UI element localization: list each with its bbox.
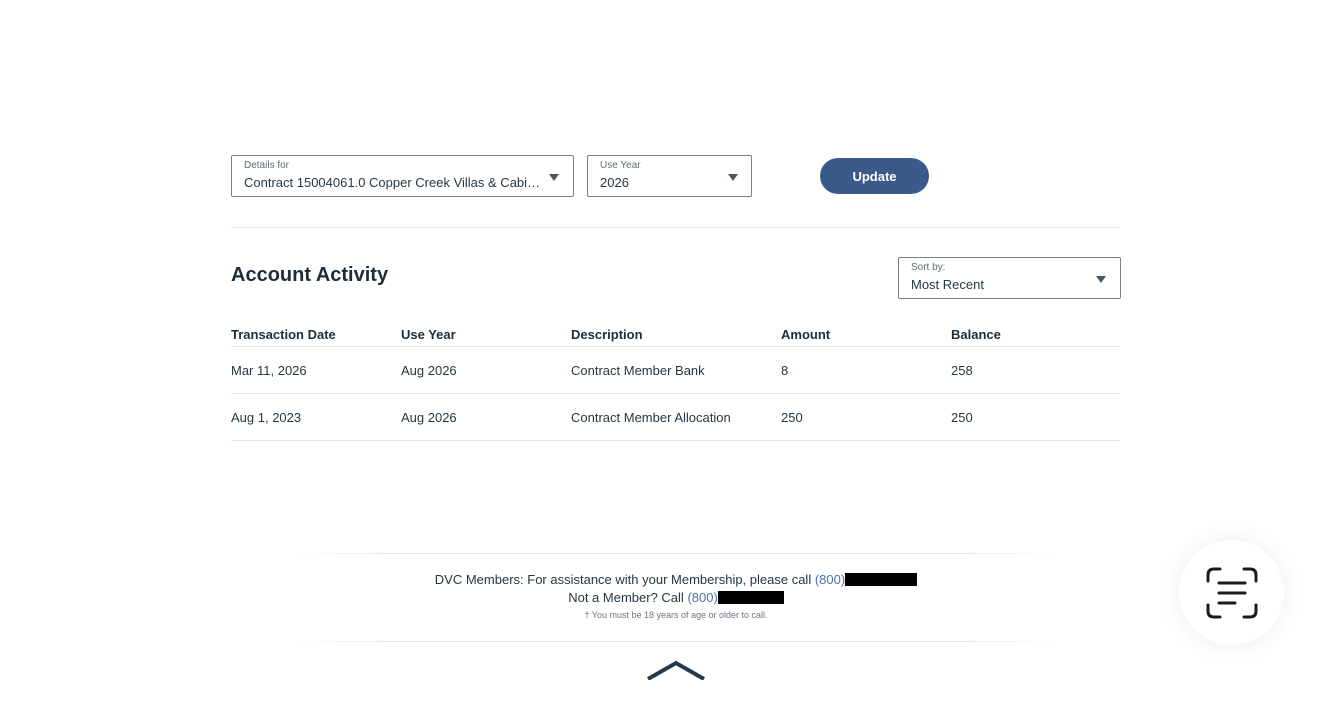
sort-by-value: Most Recent [911, 277, 984, 292]
column-header-balance: Balance [951, 322, 1120, 347]
text-scan-icon [1206, 567, 1257, 618]
member-phone-link[interactable]: (800) [815, 572, 845, 587]
cell-balance: 250 [951, 393, 1120, 441]
column-header-amount: Amount [781, 322, 951, 347]
non-member-phone-link[interactable]: (800) [687, 590, 717, 605]
non-member-text: Not a Member? Call [568, 590, 684, 605]
cell-transaction-date: Mar 11, 2026 [231, 346, 401, 394]
footer-divider-bottom [290, 641, 1060, 642]
sort-by-label: Sort by: [911, 262, 946, 273]
chevron-down-icon [549, 174, 559, 181]
member-assistance-line: DVC Members: For assistance with your Me… [0, 572, 1320, 587]
details-for-label: Details for [244, 160, 290, 171]
column-header-transaction-date: Transaction Date [231, 322, 401, 347]
update-button[interactable]: Update [820, 158, 929, 194]
cell-balance: 258 [951, 346, 1120, 394]
non-member-line: Not a Member? Call (800) [0, 590, 1320, 605]
account-activity-page: Details for Contract 15004061.0 Copper C… [0, 0, 1320, 705]
use-year-select[interactable]: Use Year 2026 [587, 155, 752, 197]
cell-description: Contract Member Bank [571, 346, 781, 394]
age-requirement-note: † You must be 18 years of age or older t… [584, 610, 768, 620]
use-year-value: 2026 [600, 175, 629, 190]
text-scan-button[interactable] [1179, 540, 1284, 645]
table-row: Aug 1, 2023 Aug 2026 Contract Member All… [231, 393, 1120, 441]
details-for-select[interactable]: Details for Contract 15004061.0 Copper C… [231, 155, 574, 197]
chevron-down-icon [728, 174, 738, 181]
cell-amount: 8 [781, 346, 951, 394]
table-header-row: Transaction Date Use Year Description Am… [231, 322, 1120, 347]
cell-description: Contract Member Allocation [571, 393, 781, 441]
cell-transaction-date: Aug 1, 2023 [231, 393, 401, 441]
chevron-up-icon [647, 660, 705, 681]
sort-by-select[interactable]: Sort by: Most Recent [898, 257, 1121, 299]
table-row: Mar 11, 2026 Aug 2026 Contract Member Ba… [231, 346, 1120, 394]
account-activity-title: Account Activity [231, 264, 389, 286]
back-to-top-button[interactable] [646, 660, 706, 681]
use-year-label: Use Year [600, 160, 641, 171]
section-divider [231, 227, 1120, 228]
viewport-bottom-edge [0, 681, 1320, 705]
redacted-block [845, 573, 918, 586]
redacted-block [717, 591, 784, 604]
details-for-value: Contract 15004061.0 Copper Creek Villas … [244, 175, 544, 190]
column-header-use-year: Use Year [401, 322, 571, 347]
column-header-description: Description [571, 322, 781, 347]
member-assistance-text: DVC Members: For assistance with your Me… [434, 572, 812, 587]
cell-use-year: Aug 2026 [401, 393, 571, 441]
activity-table: Transaction Date Use Year Description Am… [231, 322, 1120, 441]
cell-amount: 250 [781, 393, 951, 441]
footer-divider-top [290, 553, 1060, 554]
cell-use-year: Aug 2026 [401, 346, 571, 394]
chevron-down-icon [1096, 276, 1106, 283]
